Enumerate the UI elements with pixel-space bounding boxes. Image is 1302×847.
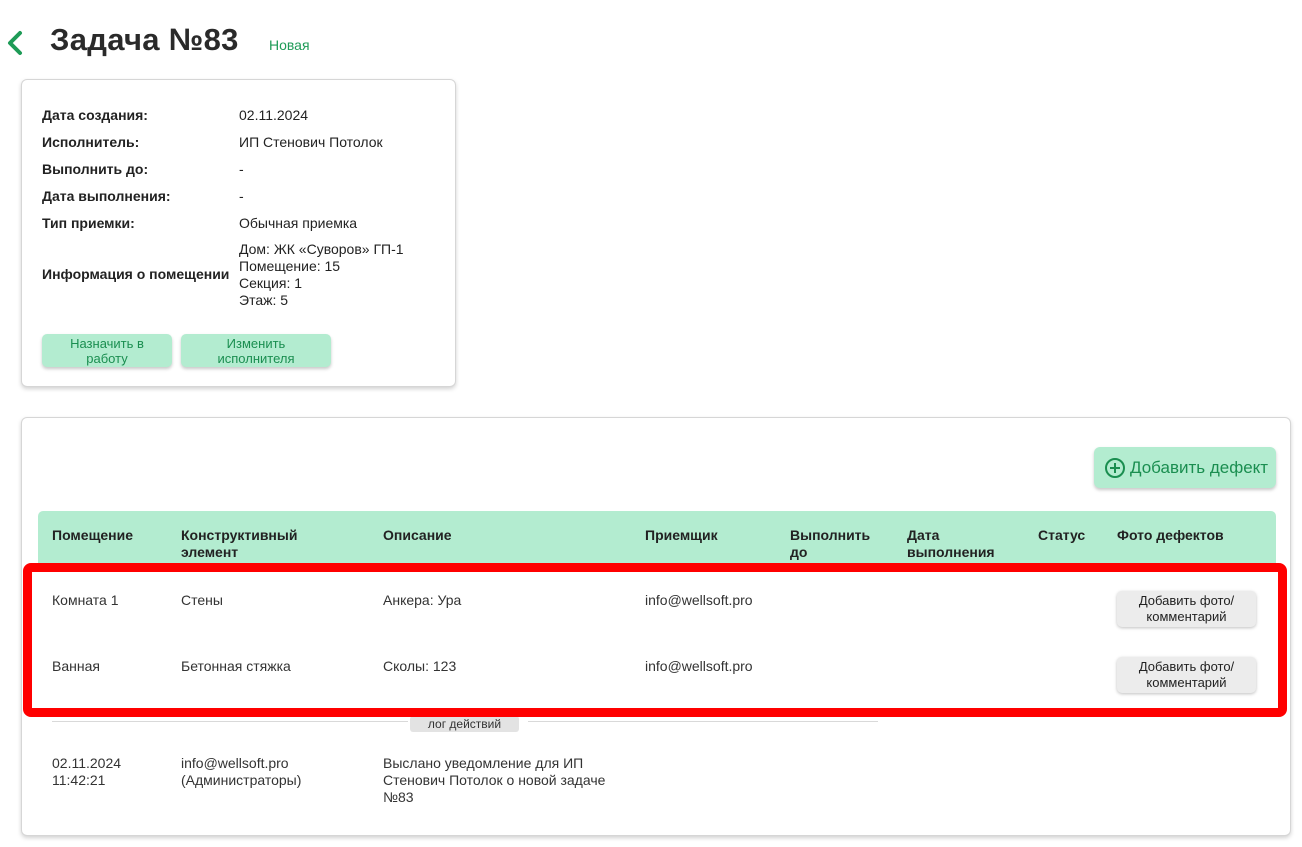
info-label-type: Тип приемки: [42,215,135,231]
log-message: Выслано уведомление для ИП Стенович Пото… [383,755,606,805]
cell-description: Анкера: Ура [383,592,462,608]
column-header: Выполнить до [790,527,871,560]
room-info-line: Этаж: 5 [239,292,289,308]
room-info-line: Помещение: 15 [239,258,341,274]
assign-to-work-button[interactable]: Назначить в работу [42,334,172,367]
column-header: Помещение [52,527,134,543]
status-badge: Новая [269,37,310,53]
cell-inspector: info@wellsoft.pro [645,658,753,674]
task-info-card: Дата создания: 02.11.2024 Исполнитель: И… [21,79,456,387]
info-label-due: Выполнить до: [42,161,149,177]
info-value-type: Обычная приемка [239,215,358,231]
log-tag: лог действий [410,716,519,732]
cell-inspector: info@wellsoft.pro [645,592,753,608]
defects-table-header: Помещение Конструктивный элемент Описани… [38,511,1276,565]
add-defect-label: Добавить дефект [1130,457,1269,477]
room-info-line: Секция: 1 [239,275,303,291]
column-header: Приемщик [645,527,718,543]
column-header: Дата выполнения [907,527,995,560]
plus-circle-icon [1105,457,1125,478]
cell-room: Комната 1 [52,592,119,608]
log-datetime: 02.11.2024 11:42:21 [52,755,122,788]
info-value-due: - [239,161,244,177]
column-header: Статус [1038,527,1086,543]
column-header: Описание [383,527,452,543]
info-label-executor: Исполнитель: [42,134,140,150]
cell-element: Бетонная стяжка [181,658,291,674]
column-header: Фото дефектов [1117,527,1224,543]
info-value-executor: ИП Стенович Потолок [239,134,383,150]
info-value-created: 02.11.2024 [239,107,309,123]
page-title: Задача №83 [50,22,239,57]
room-info-line: Дом: ЖК «Суворов» ГП-1 [239,241,404,257]
log-divider [528,721,878,722]
info-label-room: Информация о помещении [42,266,230,282]
info-label-done: Дата выполнения: [42,188,171,204]
column-header: Конструктивный элемент [181,527,298,560]
cell-description: Сколы: 123 [383,658,457,674]
add-defect-button[interactable]: Добавить дефект [1094,447,1276,488]
info-label-created: Дата создания: [42,107,148,123]
cell-room: Ванная [52,658,100,674]
info-value-done: - [239,188,244,204]
log-divider [52,721,408,722]
add-photo-comment-button[interactable]: Добавить фото/ комментарий [1117,657,1256,693]
add-photo-comment-button[interactable]: Добавить фото/ комментарий [1117,591,1256,627]
back-arrow-icon[interactable] [4,30,26,56]
change-executor-button[interactable]: Изменить исполнителя [181,334,331,367]
log-user: info@wellsoft.pro (Администраторы) [181,755,302,788]
cell-element: Стены [181,592,223,608]
defects-card: Добавить дефект Помещение Конструктивный… [21,417,1291,836]
